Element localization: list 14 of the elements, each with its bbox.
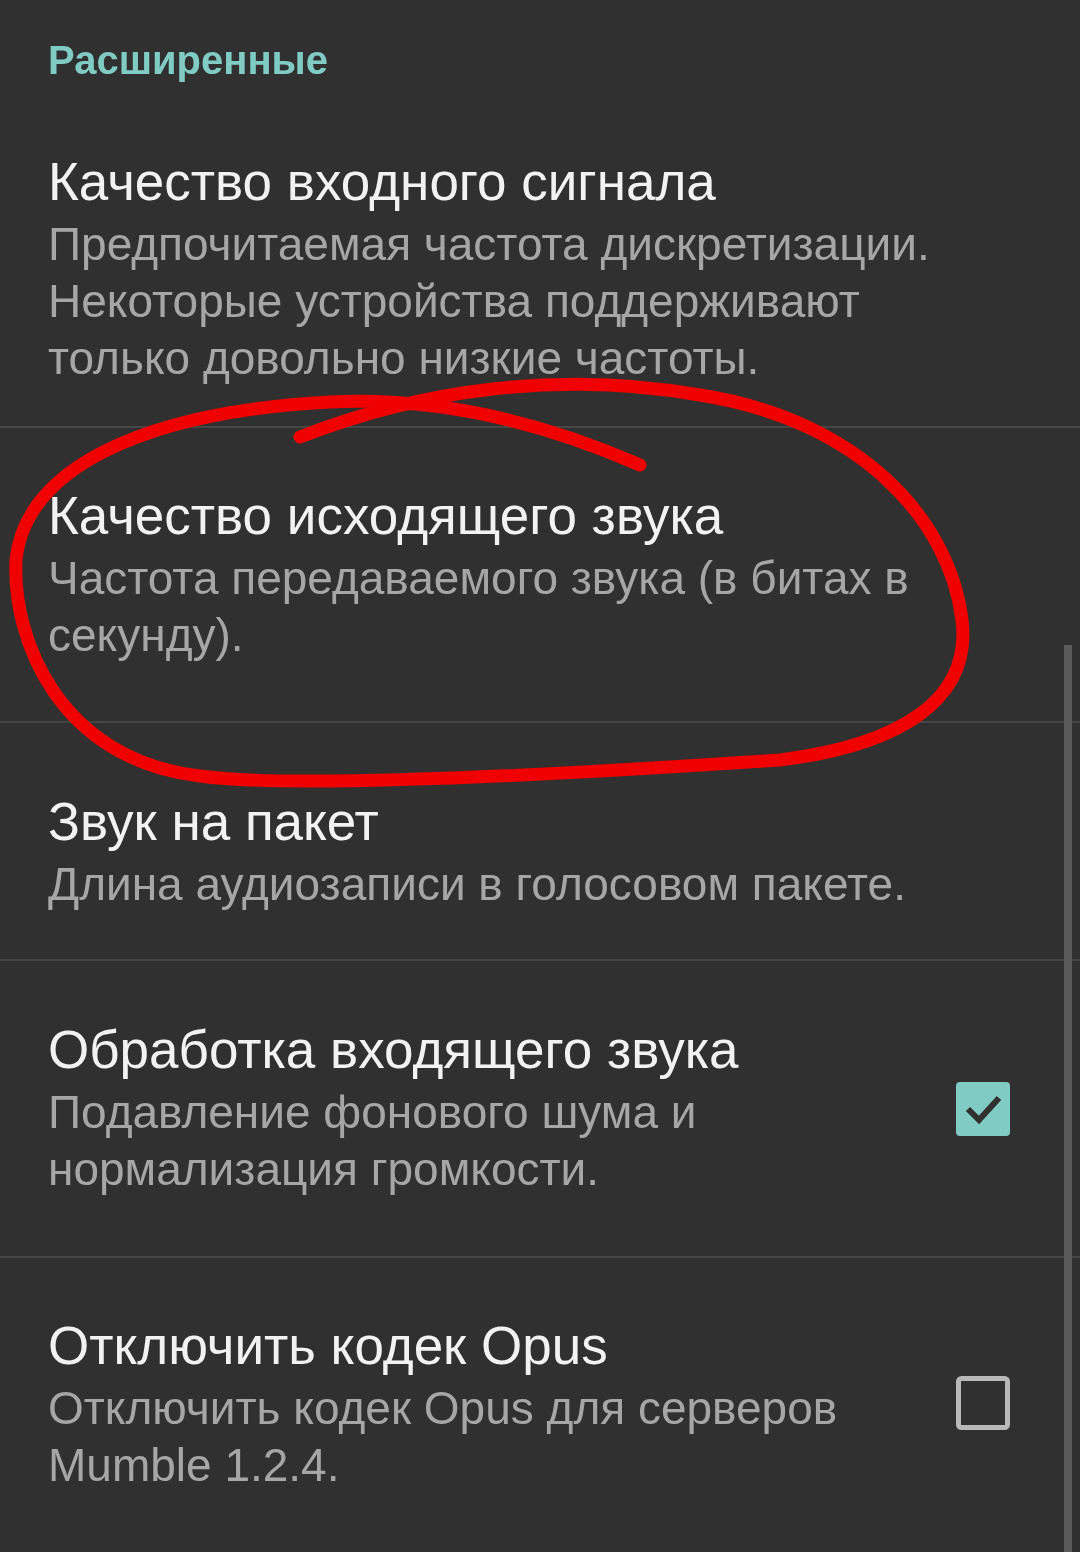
scrollbar[interactable] — [1064, 645, 1072, 1552]
section-header: Расширенные — [47, 37, 328, 83]
checkbox[interactable] — [956, 1081, 1010, 1136]
setting-title[interactable]: Качество входного сигнала — [48, 152, 716, 212]
setting-title[interactable]: Звук на пакет — [48, 791, 379, 852]
setting-title[interactable]: Качество исходящего звука — [48, 485, 724, 546]
setting-summary: Частота передаваемого звука (в битах в секунду). — [48, 550, 910, 663]
setting-summary: Подавление фонового шума и нормализация громкости. — [48, 1084, 698, 1197]
checkbox[interactable] — [956, 1376, 1010, 1430]
setting-title[interactable]: Отключить кодек Opus — [48, 1316, 608, 1376]
setting-title[interactable]: Обработка входящего звука — [48, 1019, 739, 1080]
setting-summary: Длина аудиозаписи в голосовом пакете. — [48, 856, 907, 912]
setting-summary: Предпочитаемая частота дискретизации. Некоторые устройства поддерживают только довольно низкие частоты. — [48, 217, 931, 386]
setting-summary: Отключить кодек Opus для серверов Mumble 1.2.4. — [48, 1381, 839, 1493]
